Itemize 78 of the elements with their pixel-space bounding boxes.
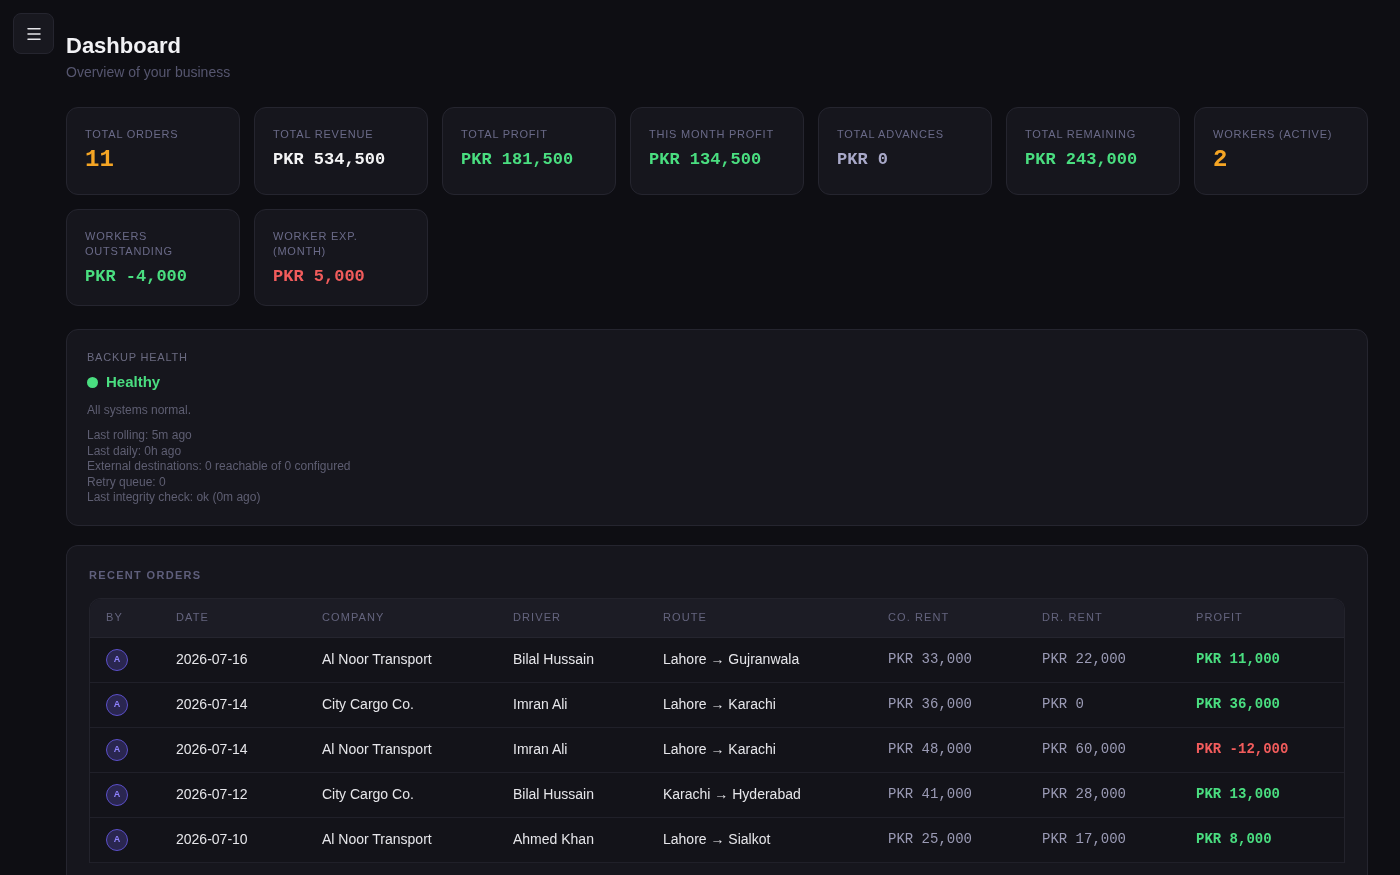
- table-cell-text: Imran Ali: [513, 740, 569, 759]
- stat-label: WORKERS (ACTIVE): [1213, 127, 1334, 142]
- table-cell-text: 2026-07-14: [176, 695, 249, 714]
- table-cell-text: 2026-07-10: [176, 830, 249, 849]
- table-cell-text: 2026-07-16: [176, 650, 249, 669]
- table-cell-text: 2026-07-12: [176, 785, 249, 804]
- stat-label: WORKERS OUTSTANDING: [85, 229, 174, 259]
- stat-label: WORKER EXP. (MONTH): [273, 229, 359, 259]
- stat-label: TOTAL ADVANCES: [837, 127, 945, 142]
- stat-value: 2: [1213, 148, 1229, 172]
- column-header: DR. RENT: [1042, 610, 1104, 626]
- stat-value: PKR 134,500: [649, 149, 763, 171]
- table-cell-text: PKR 36,000: [888, 695, 973, 714]
- table-cell-text: Al Noor Transport: [322, 650, 433, 669]
- stat-value: PKR 181,500: [461, 149, 575, 171]
- stat-value: PKR 534,500: [273, 149, 387, 171]
- stat-label: TOTAL PROFIT: [461, 127, 549, 142]
- page-subtitle: Overview of your business: [66, 63, 232, 82]
- table-cell-text: PKR 8,000: [1196, 830, 1273, 849]
- table-cell-text: Lahore → Sialkot: [663, 830, 772, 849]
- detail-line: Last daily: 0h ago: [87, 443, 182, 459]
- column-header: COMPANY: [322, 610, 386, 626]
- status-message: All systems normal.: [87, 402, 193, 418]
- table-cell-text: PKR 36,000: [1196, 695, 1281, 714]
- stat-label: TOTAL REMAINING: [1025, 127, 1137, 142]
- table-cell-text: Karachi → Hyderabad: [663, 785, 802, 804]
- table-cell-text: PKR 60,000: [1042, 740, 1127, 759]
- table-cell-text: Al Noor Transport: [322, 740, 433, 759]
- section-label: BACKUP HEALTH: [87, 350, 189, 365]
- stat-label: TOTAL REVENUE: [273, 127, 375, 142]
- user-avatar: A: [106, 648, 128, 671]
- stat-value: PKR -4,000: [85, 266, 189, 288]
- column-header: ROUTE: [663, 610, 708, 626]
- page-title: Dashboard: [66, 32, 182, 60]
- user-avatar: A: [106, 738, 128, 761]
- stat-value: PKR 243,000: [1025, 149, 1139, 171]
- table-cell-text: PKR 28,000: [1042, 785, 1127, 804]
- table-cell-text: Lahore → Karachi: [663, 740, 777, 759]
- column-header: BY: [106, 610, 124, 626]
- table-cell-text: Al Noor Transport: [322, 830, 433, 849]
- user-avatar: A: [106, 828, 128, 851]
- table-cell-text: City Cargo Co.: [322, 785, 415, 804]
- table-cell-text: Bilal Hussain: [513, 785, 595, 804]
- table-cell-text: Bilal Hussain: [513, 650, 595, 669]
- table-cell-text: 2026-07-14: [176, 740, 249, 759]
- table-cell-text: PKR 22,000: [1042, 650, 1127, 669]
- table-cell-text: Ahmed Khan: [513, 830, 595, 849]
- column-header: PROFIT: [1196, 610, 1244, 626]
- table-cell-text: PKR 0: [1042, 695, 1085, 714]
- stat-label: THIS MONTH PROFIT: [649, 127, 775, 142]
- table-cell-text: PKR 33,000: [888, 650, 973, 669]
- table-cell-text: PKR 48,000: [888, 740, 973, 759]
- detail-line: Last rolling: 5m ago: [87, 428, 192, 444]
- stat-label: TOTAL ORDERS: [85, 127, 180, 142]
- status-text: Healthy: [106, 372, 161, 392]
- section-title: RECENT ORDERS: [89, 567, 203, 583]
- table-cell-text: PKR 25,000: [888, 830, 973, 849]
- stat-value: PKR 0: [837, 149, 889, 171]
- stat-value: 11: [85, 148, 115, 172]
- menu-button[interactable]: [13, 13, 54, 54]
- user-avatar: A: [106, 693, 128, 716]
- table-cell-text: City Cargo Co.: [322, 695, 415, 714]
- table-cell-text: Lahore → Karachi: [663, 695, 777, 714]
- stat-value: PKR 5,000: [273, 266, 366, 288]
- table-cell-text: PKR 17,000: [1042, 830, 1127, 849]
- detail-line: Retry queue: 0: [87, 474, 166, 490]
- table-cell-text: PKR -12,000: [1196, 740, 1290, 759]
- table-cell-text: Imran Ali: [513, 695, 569, 714]
- column-header: CO. RENT: [888, 610, 951, 626]
- detail-line: External destinations: 0 reachable of 0 configured: [87, 459, 351, 475]
- table-cell-text: PKR 13,000: [1196, 785, 1281, 804]
- table-cell-text: Lahore → Gujranwala: [663, 650, 801, 669]
- table-cell-text: PKR 11,000: [1196, 650, 1281, 669]
- user-avatar: A: [106, 783, 128, 806]
- column-header: DRIVER: [513, 610, 563, 626]
- column-header: DATE: [176, 610, 210, 626]
- detail-line: Last integrity check: ok (0m ago): [87, 490, 261, 506]
- table-cell-text: PKR 41,000: [888, 785, 973, 804]
